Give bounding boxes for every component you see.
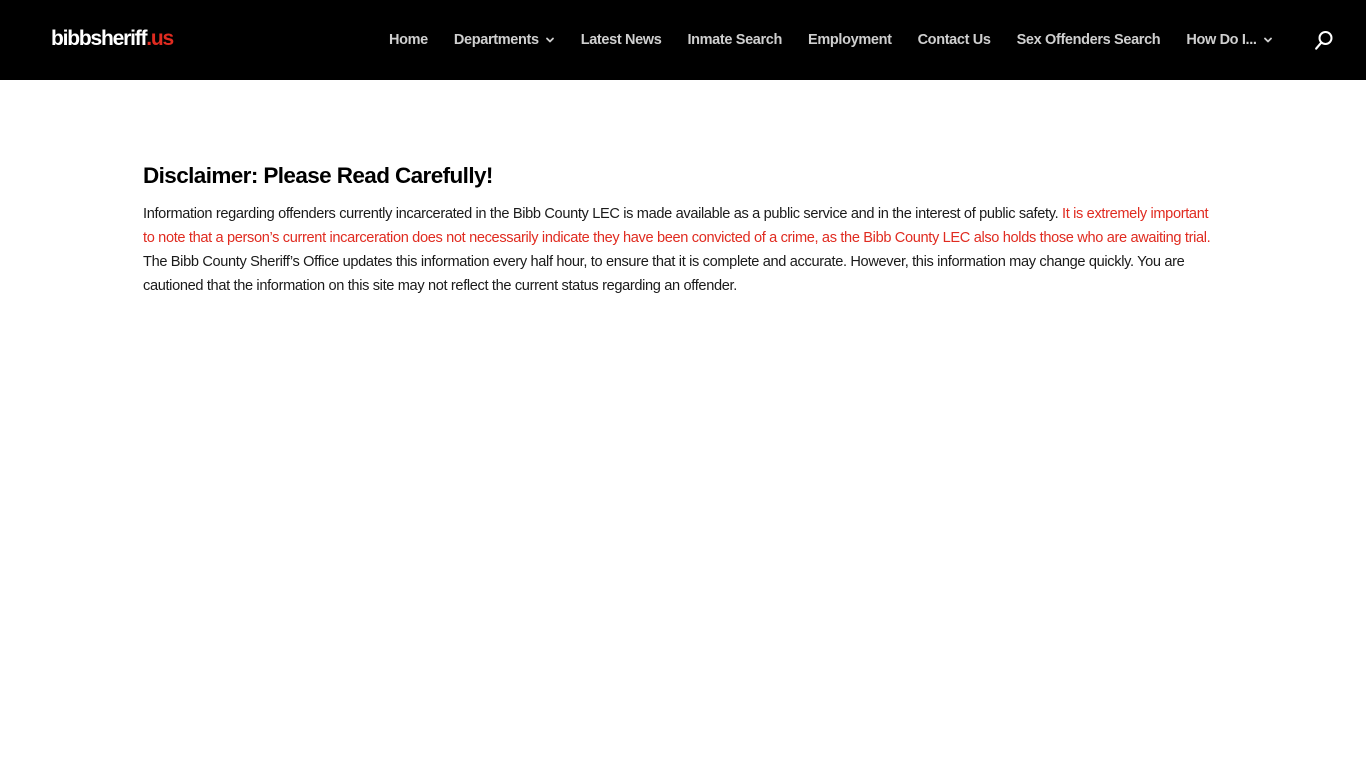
nav-item-label: Home (389, 32, 428, 48)
nav-item-departments[interactable]: Departments (454, 32, 555, 48)
nav-item-home[interactable]: Home (389, 32, 428, 48)
disclaimer-text: Information regarding offenders currentl… (143, 206, 1063, 222)
nav-item-label: Contact Us (917, 32, 991, 48)
nav-item-label: Latest News (580, 32, 662, 48)
nav-item-employment[interactable]: Employment (808, 32, 892, 48)
nav-item-label: Departments (453, 32, 539, 48)
chevron-down-icon (545, 37, 554, 43)
page-title: Disclaimer: Please Read Carefully! (143, 163, 493, 188)
nav-item-contact-us[interactable]: Contact Us (918, 32, 991, 48)
nav-item-label: How Do I... (1186, 32, 1257, 48)
disclaimer-text: The Bibb County Sheriff’s Office updates… (143, 254, 1185, 294)
main-nav: Home Departments Latest News Inmate Sear… (389, 0, 1273, 80)
nav-item-label: Sex Offenders Search (1016, 32, 1161, 48)
chevron-down-icon (1263, 37, 1272, 43)
main-content: Disclaimer: Please Read Carefully! Infor… (143, 160, 1223, 298)
nav-item-how-do-i[interactable]: How Do I... (1186, 32, 1272, 48)
disclaimer-paragraph: Information regarding offenders currentl… (143, 202, 1223, 298)
nav-item-inmate-search[interactable]: Inmate Search (687, 32, 782, 48)
site-logo[interactable]: bibbsheriff.us (51, 25, 174, 53)
nav-item-latest-news[interactable]: Latest News (581, 32, 662, 48)
search-icon[interactable] (1314, 30, 1334, 52)
nav-item-sex-offenders-search[interactable]: Sex Offenders Search (1017, 32, 1161, 48)
logo-text: bibbsheriff (51, 27, 148, 50)
nav-item-label: Inmate Search (687, 32, 783, 48)
logo-domain: .us (146, 27, 174, 50)
site-header: bibbsheriff.us Home Departments Latest N… (0, 0, 1366, 80)
nav-item-label: Employment (808, 32, 892, 48)
